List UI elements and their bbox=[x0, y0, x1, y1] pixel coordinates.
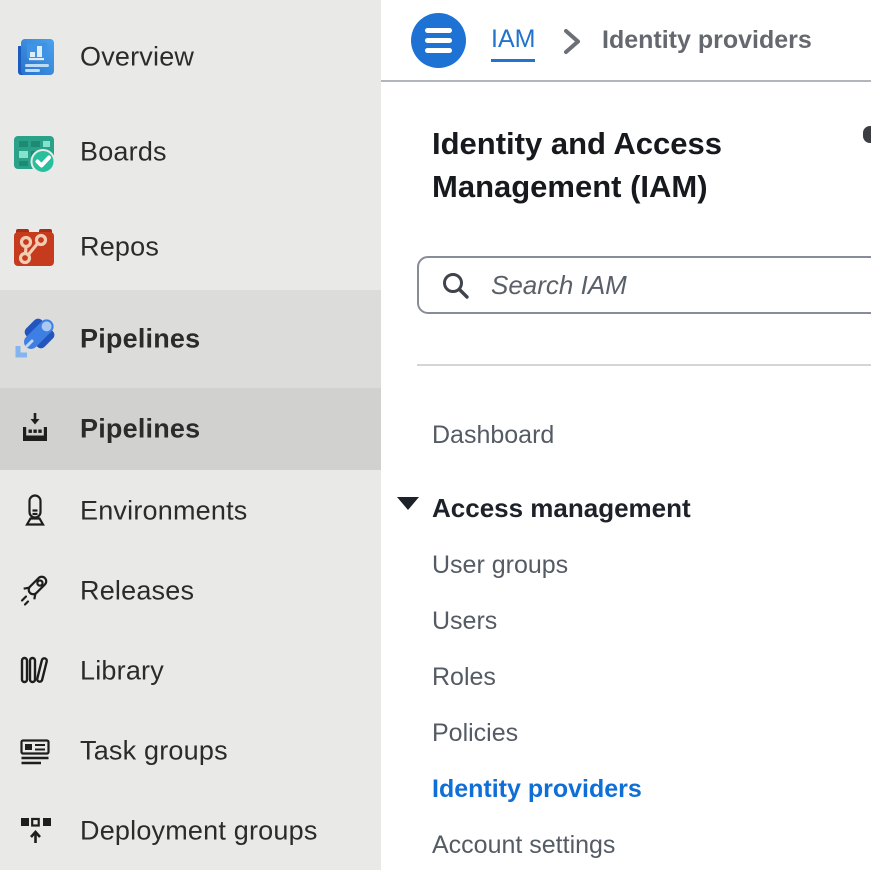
sidebar-item-overview[interactable]: Overview bbox=[0, 10, 381, 104]
project-sidebar: Overview Boards bbox=[0, 0, 381, 870]
sidebar-item-label: Pipelines bbox=[80, 414, 200, 445]
nav-item-user-groups[interactable]: User groups bbox=[432, 545, 568, 585]
nav-item-account-settings[interactable]: Account settings bbox=[432, 825, 615, 865]
breadcrumb-current: Identity providers bbox=[602, 26, 812, 55]
sidebar-item-pipelines-hub[interactable]: Pipelines bbox=[0, 290, 381, 388]
sidebar-item-library[interactable]: Library bbox=[0, 631, 381, 711]
releases-icon bbox=[17, 573, 53, 609]
environments-icon bbox=[17, 493, 53, 529]
sidebar-item-pipelines-runs[interactable]: Pipelines bbox=[0, 388, 381, 470]
library-icon bbox=[17, 653, 53, 689]
repos-icon bbox=[10, 223, 58, 271]
nav-item-identity-providers[interactable]: Identity providers bbox=[432, 769, 642, 809]
search-icon bbox=[441, 271, 471, 301]
nav-item-users[interactable]: Users bbox=[432, 601, 497, 641]
overview-icon bbox=[10, 33, 58, 81]
edge-partial-icon bbox=[863, 126, 871, 143]
pipelines-rocket-icon bbox=[10, 315, 58, 363]
sidebar-item-repos[interactable]: Repos bbox=[0, 199, 381, 294]
sidebar-item-environments[interactable]: Environments bbox=[0, 470, 381, 551]
divider bbox=[417, 364, 871, 366]
caret-down-icon[interactable] bbox=[397, 497, 419, 510]
sidebar-item-label: Repos bbox=[80, 231, 159, 262]
search-box bbox=[417, 256, 871, 314]
chevron-right-icon bbox=[561, 26, 585, 58]
hamburger-menu-button[interactable] bbox=[411, 13, 466, 68]
search-input[interactable] bbox=[489, 260, 813, 311]
sidebar-item-task-groups[interactable]: Task groups bbox=[0, 711, 381, 791]
sidebar-item-label: Overview bbox=[80, 42, 194, 73]
sidebar-item-label: Library bbox=[80, 656, 164, 687]
boards-icon bbox=[10, 128, 58, 176]
nav-item-roles[interactable]: Roles bbox=[432, 657, 496, 697]
deployment-groups-icon bbox=[17, 813, 53, 849]
page-title: Identity and Access Management (IAM) bbox=[432, 122, 792, 208]
nav-item-policies[interactable]: Policies bbox=[432, 713, 518, 753]
task-groups-icon bbox=[17, 733, 53, 769]
sidebar-item-label: Task groups bbox=[80, 736, 228, 767]
sidebar-item-label: Boards bbox=[80, 136, 167, 167]
sidebar-item-boards[interactable]: Boards bbox=[0, 104, 381, 199]
pipeline-runs-icon bbox=[17, 411, 53, 447]
iam-panel: IAM Identity providers Identity and Acce… bbox=[381, 0, 871, 870]
sidebar-item-label: Deployment groups bbox=[80, 815, 318, 846]
sidebar-item-label: Pipelines bbox=[80, 324, 200, 355]
sidebar-item-label: Releases bbox=[80, 576, 194, 607]
breadcrumb-link-iam[interactable]: IAM bbox=[491, 25, 535, 62]
hamburger-icon bbox=[425, 28, 452, 33]
sidebar-item-label: Environments bbox=[80, 495, 247, 526]
nav-section-access-management[interactable]: Access management bbox=[432, 488, 691, 528]
breadcrumb-bar: IAM Identity providers bbox=[381, 0, 871, 82]
sidebar-item-releases[interactable]: Releases bbox=[0, 551, 381, 631]
sidebar-item-deployment-groups[interactable]: Deployment groups bbox=[0, 791, 381, 870]
nav-item-dashboard[interactable]: Dashboard bbox=[432, 415, 554, 455]
